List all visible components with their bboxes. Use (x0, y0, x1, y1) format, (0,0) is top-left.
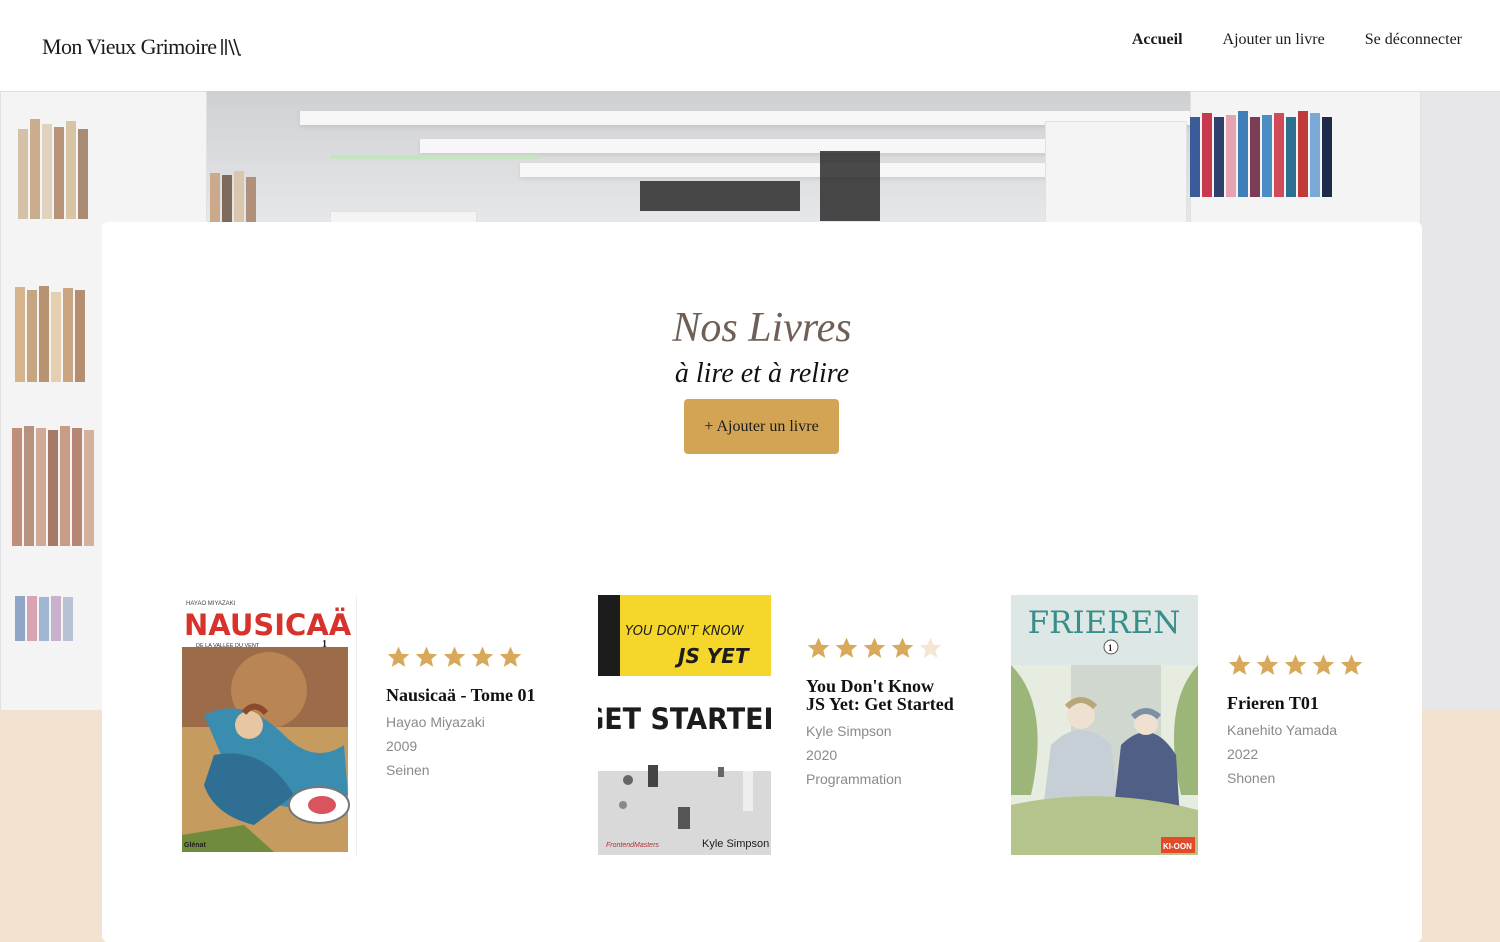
svg-text:Glénat: Glénat (184, 842, 206, 849)
svg-text:Kyle Simpson: Kyle Simpson (702, 838, 769, 850)
nav-accueil[interactable]: Accueil (1132, 31, 1183, 49)
svg-text:YOU DON'T KNOW: YOU DON'T KNOW (625, 624, 745, 639)
book-genre: Shonen (1227, 770, 1276, 786)
book-author: Kanehito Yamada (1227, 722, 1338, 738)
star-icon (835, 637, 858, 658)
star-icon (1256, 654, 1279, 675)
svg-text:KI-OON: KI-OON (1163, 842, 1192, 851)
star-icon (1312, 654, 1335, 675)
star-icon (499, 646, 522, 667)
book-cover-illustration: HAYAO MIYAZAKI NAUSICAÄ DE LA VALLÉE DU … (174, 595, 356, 855)
star-icon (415, 646, 438, 667)
add-book-button[interactable]: + Ajouter un livre (684, 399, 839, 454)
nav-deconnecter[interactable]: Se déconnecter (1365, 31, 1462, 49)
book-cover[interactable]: YOU DON'T KNOW JS YET GET STARTED Fronte… (598, 595, 771, 855)
book-cover-illustration: YOU DON'T KNOW JS YET GET STARTED Fronte… (598, 595, 771, 855)
site-header: Mon Vieux Grimoire Accueil Ajouter un li… (0, 0, 1500, 91)
svg-text:FrontendMasters: FrontendMasters (606, 842, 659, 849)
book-author: Hayao Miyazaki (386, 714, 485, 730)
book-year: 2009 (386, 738, 418, 754)
svg-text:1: 1 (1108, 643, 1113, 653)
svg-text:FRIEREN: FRIEREN (1028, 605, 1181, 641)
svg-text:DE LA VALLÉE DU VENT: DE LA VALLÉE DU VENT (196, 642, 260, 649)
star-icon (1228, 654, 1251, 675)
book-title[interactable]: Frieren T01 (1227, 694, 1377, 712)
svg-text:JS YET: JS YET (674, 644, 750, 668)
star-icon (387, 646, 410, 667)
book-year: 2022 (1227, 746, 1259, 762)
book-genre: Programmation (806, 771, 902, 787)
book-title[interactable]: Nausicaä - Tome 01 (386, 686, 536, 704)
main-nav: Accueil Ajouter un livre Se déconnecter (1132, 31, 1462, 49)
star-icon (807, 637, 830, 658)
book-genre: Seinen (386, 762, 430, 778)
book-cover-illustration: FRIEREN 1 KI-OON (1011, 595, 1198, 855)
rating-stars (1227, 653, 1377, 679)
brand-name: Mon Vieux Grimoire (42, 34, 217, 59)
brand-logo[interactable]: Mon Vieux Grimoire (42, 34, 242, 60)
page-title: Nos Livres (672, 305, 852, 351)
star-icon (471, 646, 494, 667)
book-title[interactable]: You Don't Know JS Yet: Get Started (806, 677, 956, 713)
star-icon (443, 646, 466, 667)
rating-stars (806, 636, 956, 662)
star-icon (919, 637, 942, 658)
page-subtitle: à lire et à relire (674, 358, 850, 389)
book-author: Kyle Simpson (806, 723, 892, 739)
book-cover[interactable]: FRIEREN 1 KI-OON (1011, 595, 1198, 855)
rating-stars (386, 645, 536, 671)
star-icon (1340, 654, 1363, 675)
svg-text:GET STARTED: GET STARTED (598, 702, 771, 737)
nav-ajouter-livre[interactable]: Ajouter un livre (1223, 31, 1325, 49)
svg-text:HAYAO MIYAZAKI: HAYAO MIYAZAKI (186, 601, 236, 607)
books-panel: Nos Livres à lire et à relire + Ajouter … (102, 222, 1422, 942)
star-icon (891, 637, 914, 658)
svg-text:1: 1 (322, 639, 327, 650)
book-year: 2020 (806, 747, 838, 763)
svg-text:NAUSICAÄ: NAUSICAÄ (184, 608, 352, 642)
star-icon (863, 637, 886, 658)
star-icon (1284, 654, 1307, 675)
books-icon (221, 38, 242, 56)
book-cover[interactable]: HAYAO MIYAZAKI NAUSICAÄ DE LA VALLÉE DU … (174, 595, 357, 855)
